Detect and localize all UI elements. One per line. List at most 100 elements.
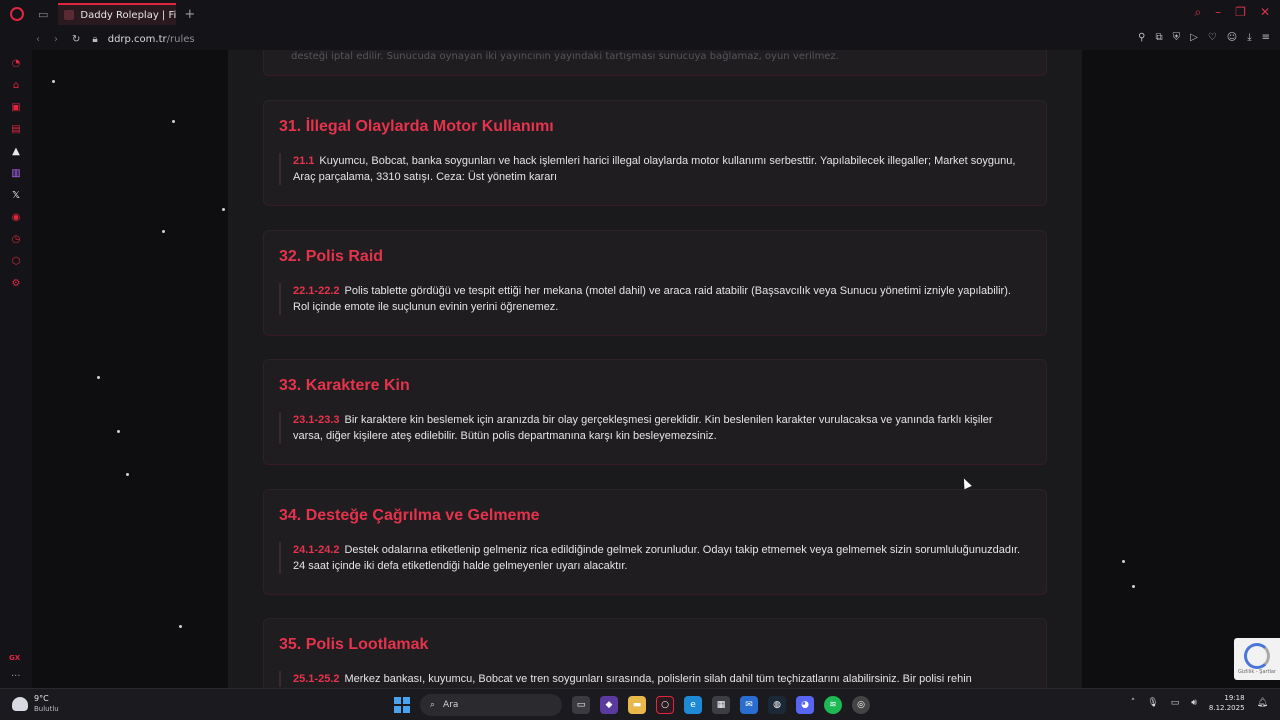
twitch-icon[interactable]: ▥ [9,166,23,180]
taskbar-apps: ⌕ Ara ▭ ◆ ▬ ○ e ▦ ✉ ◍ ◕ ≋ ◎ [394,694,870,716]
star-dot [52,80,55,83]
tab-manager-icon[interactable]: ▭ [38,8,48,21]
rule-body: 22.1-22.2 Polis tablette gördüğü ve tespi… [279,283,1023,315]
lock-icon[interactable]: 🔒︎ [92,34,97,45]
mail-icon[interactable]: ✉ [740,696,758,714]
news-icon[interactable]: ▤ [9,122,23,136]
tab-title: Daddy Roleplay | Fivem R [80,9,177,21]
recaptcha-badge[interactable]: Gizlilik - Şartlar [1234,638,1280,680]
reload-button[interactable]: ↻ [72,34,80,45]
browser-tab[interactable]: Daddy Roleplay | Fivem R [58,3,177,25]
app-icon[interactable]: ◎ [852,696,870,714]
weather-desc: Bulutlu [34,705,59,713]
forward-button[interactable]: › [54,34,58,45]
gx-logo-icon[interactable]: GX [9,654,20,662]
star-dot [222,208,225,211]
recaptcha-logo-icon [1244,643,1270,669]
file-explorer-icon[interactable]: ▬ [628,696,646,714]
shopping-icon[interactable]: ⌂ [9,78,23,92]
settings-icon[interactable]: ⚙ [9,276,23,290]
toolbar-icons: ⚲ ⧉ ⛨ ▷ ♡ ☺ ⤓ ≡ [1138,32,1270,43]
url-field[interactable]: ddrp.com.tr/rules [108,34,195,45]
snapshot-icon[interactable]: ⧉ [1155,32,1162,43]
close-button[interactable]: ✕ [1260,5,1270,20]
adblock-icon[interactable]: ⛨ [1173,32,1181,43]
clock-date: 8.12.2025 [1208,704,1245,712]
rule-code: 23.1-23.3 [293,414,340,426]
search-placeholder: Ara [443,700,459,710]
browser-titlebar: ▭ Daddy Roleplay | Fivem R + ⌕ – ❐ ✕ [0,0,1280,28]
start-button[interactable] [394,697,410,713]
url-host: ddrp.com.tr [107,33,167,45]
star-dot [162,230,165,233]
rule-title: 34. Desteğe Çağrılma ve Gelmeme [279,507,540,524]
x-icon[interactable]: 𝕏 [9,188,23,202]
rule-code: 21.1 [293,155,315,167]
rule-body: 21.1 Kuyumcu, Bobcat, banka soygunları ve… [279,153,1023,185]
aria-icon[interactable]: ▲ [9,144,23,158]
address-bar: ‹ › ↻ 🔒︎ ddrp.com.tr/rules ⚲ ⧉ ⛨ ▷ ♡ ☺ ⤓… [0,28,1280,50]
page-viewport[interactable]: desteği iptal edilir. Sunucuda oynayan i… [32,50,1280,688]
rules-column: desteği iptal edilir. Sunucuda oynayan i… [228,50,1082,688]
download-icon[interactable]: ⤓ [1247,32,1251,43]
opera-logo-icon[interactable] [10,7,24,21]
clock[interactable]: 19:18 8.12.2025 [1209,693,1245,713]
star-dot [97,376,100,379]
speed-dial-icon[interactable]: ◔ [9,56,23,70]
rule-title: 33. Karaktere Kin [279,377,410,394]
volume-icon[interactable]: 🔊︎ [1191,698,1197,708]
weather-temp: 9°C [34,694,49,703]
edge-icon[interactable]: e [684,696,702,714]
pin-icon[interactable]: ⚲ [1138,32,1145,43]
star-dot [1122,560,1125,563]
more-icon[interactable]: ··· [11,671,21,682]
chat-icon[interactable]: ▣ [9,100,23,114]
menu-icon[interactable]: ≡ [1262,32,1270,43]
new-tab-button[interactable]: + [184,7,195,22]
rule-body: 23.1-23.3 Bir karaktere kin beslemek için… [279,412,1023,444]
network-icon[interactable]: ▭ [1171,698,1180,708]
restore-button[interactable]: ❐ [1235,5,1246,20]
copilot-icon[interactable]: ◆ [600,696,618,714]
play-icon[interactable]: ▷ [1190,32,1198,43]
rule-title: 31. İllegal Olaylarda Motor Kullanımı [279,118,554,135]
steam-icon[interactable]: ◍ [768,696,786,714]
back-button[interactable]: ‹ [36,34,40,45]
windows-taskbar: 9°C Bulutlu ⌕ Ara ▭ ◆ ▬ ○ e ▦ ✉ ◍ ◕ ≋ ◎ … [0,688,1280,720]
opera-gx-icon[interactable]: ○ [656,696,674,714]
search-icon: ⌕ [430,700,436,710]
profile-icon[interactable]: ☺ [1227,32,1237,43]
microphone-icon[interactable]: 🎙︎ [1147,698,1158,708]
rule-card: 33. Karaktere Kin 23.1-23.3 Bir karaktere… [263,359,1047,465]
rule-card: 34. Desteğe Çağrılma ve Gelmeme 24.1-24.… [263,489,1047,595]
rule-title: 32. Polis Raid [279,248,384,265]
star-dot [172,120,175,123]
rule-code: 24.1-24.2 [293,544,340,556]
search-tabs-icon[interactable]: ⌕ [1194,5,1201,20]
rule-code: 22.1-22.2 [293,285,340,297]
rule-text: Polis tablette gördüğü ve tespit ettiği … [293,285,1011,313]
rule-code: 25.1-25.2 [293,673,340,685]
notification-icon[interactable]: 🔔︎ [1257,698,1268,708]
tray-overflow-icon[interactable]: ˄ [1131,698,1136,708]
history-icon[interactable]: ◷ [9,232,23,246]
rule-text: Destek odalarına etiketlenip gelmeniz ri… [293,544,1021,572]
browser-sidebar: ◔ ⌂ ▣ ▤ ▲ ▥ 𝕏 ◉ ◷ ⬡ ⚙ GX ··· [0,50,32,688]
partial-text: desteği iptal edilir. Sunucuda oynayan i… [291,51,839,62]
extensions-icon[interactable]: ⬡ [9,254,23,268]
rule-card: 32. Polis Raid 22.1-22.2 Polis tablette g… [263,230,1047,336]
star-dot [1132,585,1135,588]
store-icon[interactable]: ▦ [712,696,730,714]
taskbar-search[interactable]: ⌕ Ara [420,694,562,716]
heart-icon[interactable]: ♡ [1208,32,1217,43]
star-dot [126,473,129,476]
nav-buttons: ‹ › ↻ [36,34,80,45]
task-view-icon[interactable]: ▭ [572,696,590,714]
player-icon[interactable]: ◉ [9,210,23,224]
minimize-button[interactable]: – [1215,5,1221,20]
spotify-icon[interactable]: ≋ [824,696,842,714]
tab-favicon-icon [64,10,75,20]
discord-icon[interactable]: ◕ [796,696,814,714]
clock-time: 19:18 [1224,694,1245,702]
weather-widget[interactable]: 9°C Bulutlu [12,694,59,714]
